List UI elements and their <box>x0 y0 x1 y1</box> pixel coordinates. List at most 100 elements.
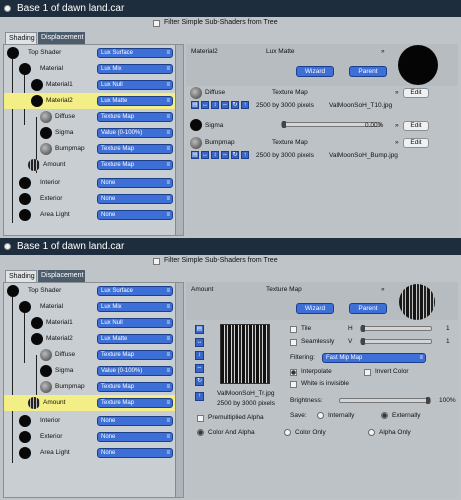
tab-shading[interactable]: Shading <box>5 270 37 282</box>
flip-icon[interactable]: ⇔ <box>195 364 204 373</box>
swap-v-icon[interactable]: ↕ <box>195 351 204 360</box>
tree-scrollbar[interactable] <box>175 45 183 235</box>
tree-row-material2[interactable]: Material2 Lux Matte ≡ <box>4 331 176 347</box>
tree-row-material1[interactable]: Material1 Lux Null ≡ <box>4 77 176 93</box>
tree-row-area-light[interactable]: Area Light None ≡ <box>4 207 176 223</box>
premultiplied-alpha-checkbox[interactable] <box>197 415 204 422</box>
wizard-button[interactable]: Wizard <box>296 66 334 77</box>
swap-h-icon[interactable]: ↔ <box>201 151 209 159</box>
amount-dropdown[interactable]: Texture Map ≡ <box>97 398 173 408</box>
brightness-slider[interactable] <box>339 397 431 404</box>
slider-knob[interactable] <box>426 397 430 404</box>
tree-row-area-light[interactable]: Area Light None ≡ <box>4 445 176 461</box>
tree-row-interior[interactable]: Interior None ≡ <box>4 413 176 429</box>
up-arrow-icon[interactable]: ↑ <box>241 101 249 109</box>
tree-row-interior[interactable]: Interior None ≡ <box>4 175 176 191</box>
tree-row-bumpmap[interactable]: Bumpmap Texture Map ≡ <box>4 379 176 395</box>
tree-row-material[interactable]: Material Lux Mix ≡ <box>4 299 176 315</box>
swap-h-icon[interactable]: ↔ <box>201 101 209 109</box>
tree-row-diffuse[interactable]: Diffuse Texture Map ≡ <box>4 109 176 125</box>
slider-knob[interactable] <box>361 325 365 332</box>
up-arrow-icon[interactable]: ↑ <box>241 151 249 159</box>
tree-row-material2[interactable]: Material2 Lux Matte ≡ <box>4 93 176 109</box>
bumpmap-dropdown[interactable]: Texture Map ≡ <box>97 144 173 154</box>
top-shader-dropdown[interactable]: Lux Surface ≡ <box>97 48 173 58</box>
tab-displacement[interactable]: Displacement <box>38 32 85 44</box>
swap-v-icon[interactable]: ↕ <box>211 151 219 159</box>
diffuse-dropdown[interactable]: Texture Map ≡ <box>97 112 173 122</box>
seamless-checkbox[interactable] <box>290 339 297 346</box>
material-dropdown[interactable]: Lux Mix ≡ <box>97 302 173 312</box>
rotate-icon[interactable]: ↻ <box>231 151 239 159</box>
filter-checkbox[interactable] <box>153 20 160 27</box>
save-externally-radio[interactable] <box>381 412 388 419</box>
folder-icon[interactable]: ▤ <box>191 101 199 109</box>
top-shader-dropdown[interactable]: Lux Surface ≡ <box>97 286 173 296</box>
sigma-dropdown[interactable]: Value (0-100%) ≡ <box>97 128 173 138</box>
slider-knob[interactable] <box>282 121 286 128</box>
color-only-radio[interactable] <box>284 429 291 436</box>
chevron-down-icon[interactable]: » <box>395 139 399 146</box>
slider-knob[interactable] <box>361 338 365 345</box>
filtering-dropdown[interactable]: Fast Mip Map ≡ <box>322 353 426 363</box>
tab-displacement[interactable]: Displacement <box>38 270 85 282</box>
tree-row-amount[interactable]: Amount Texture Map ≡ <box>4 395 176 411</box>
sigma-edit-button[interactable]: Edit <box>403 121 429 131</box>
amount-dropdown[interactable]: Texture Map ≡ <box>97 160 173 170</box>
parent-button[interactable]: Parent <box>349 66 387 77</box>
tile-checkbox[interactable] <box>290 326 297 333</box>
chevron-down-icon[interactable]: » <box>395 89 399 96</box>
chevron-down-icon[interactable]: » <box>381 286 385 293</box>
rotate-icon[interactable]: ↻ <box>195 377 204 386</box>
tree-row-exterior[interactable]: Exterior None ≡ <box>4 429 176 445</box>
tree-row-sigma[interactable]: Sigma Value (0-100%) ≡ <box>4 363 176 379</box>
parent-button[interactable]: Parent <box>349 303 387 314</box>
exterior-dropdown[interactable]: None ≡ <box>97 194 173 204</box>
interpolate-checkbox[interactable] <box>290 369 297 376</box>
tree-row-exterior[interactable]: Exterior None ≡ <box>4 191 176 207</box>
save-internally-radio[interactable] <box>317 412 324 419</box>
interior-dropdown[interactable]: None ≡ <box>97 178 173 188</box>
material2-dropdown[interactable]: Lux Matte ≡ <box>97 334 173 344</box>
alpha-only-radio[interactable] <box>368 429 375 436</box>
area-light-dropdown[interactable]: None ≡ <box>97 210 173 220</box>
tree-row-material[interactable]: Material Lux Mix ≡ <box>4 61 176 77</box>
tree-row-top-shader[interactable]: Top Shader Lux Surface ≡ <box>4 283 176 299</box>
bumpmap-edit-button[interactable]: Edit <box>403 138 429 148</box>
folder-icon[interactable]: ▤ <box>195 325 204 334</box>
tree-row-top-shader[interactable]: Top Shader Lux Surface ≡ <box>4 45 176 61</box>
bumpmap-dropdown[interactable]: Texture Map ≡ <box>97 382 173 392</box>
flip-icon[interactable]: ⇔ <box>221 101 229 109</box>
flip-icon[interactable]: ⇔ <box>221 151 229 159</box>
exterior-dropdown[interactable]: None ≡ <box>97 432 173 442</box>
white-invisible-checkbox[interactable] <box>290 381 297 388</box>
window-icon[interactable] <box>4 5 11 12</box>
material1-dropdown[interactable]: Lux Null ≡ <box>97 318 173 328</box>
sigma-dropdown[interactable]: Value (0-100%) ≡ <box>97 366 173 376</box>
tree-row-sigma[interactable]: Sigma Value (0-100%) ≡ <box>4 125 176 141</box>
tree-scrollbar[interactable] <box>175 283 183 497</box>
chevron-down-icon[interactable]: » <box>395 122 399 129</box>
folder-icon[interactable]: ▤ <box>191 151 199 159</box>
interior-dropdown[interactable]: None ≡ <box>97 416 173 426</box>
rotate-icon[interactable]: ↻ <box>231 101 239 109</box>
up-arrow-icon[interactable]: ↑ <box>195 392 204 401</box>
diffuse-dropdown[interactable]: Texture Map ≡ <box>97 350 173 360</box>
tab-shading[interactable]: Shading <box>5 32 37 44</box>
color-and-alpha-radio[interactable] <box>197 429 204 436</box>
material1-dropdown[interactable]: Lux Null ≡ <box>97 80 173 90</box>
filter-checkbox[interactable] <box>153 258 160 265</box>
material2-dropdown[interactable]: Lux Matte ≡ <box>97 96 173 106</box>
swap-h-icon[interactable]: ↔ <box>195 338 204 347</box>
invert-color-checkbox[interactable] <box>364 369 371 376</box>
area-light-dropdown[interactable]: None ≡ <box>97 448 173 458</box>
window-icon[interactable] <box>4 243 11 250</box>
wizard-button[interactable]: Wizard <box>296 303 334 314</box>
v-slider[interactable] <box>360 338 432 345</box>
diffuse-edit-button[interactable]: Edit <box>403 88 429 98</box>
tree-row-material1[interactable]: Material1 Lux Null ≡ <box>4 315 176 331</box>
tree-row-diffuse[interactable]: Diffuse Texture Map ≡ <box>4 347 176 363</box>
swap-v-icon[interactable]: ↕ <box>211 101 219 109</box>
chevron-down-icon[interactable]: » <box>381 48 385 55</box>
tree-row-amount[interactable]: Amount Texture Map ≡ <box>4 157 176 173</box>
